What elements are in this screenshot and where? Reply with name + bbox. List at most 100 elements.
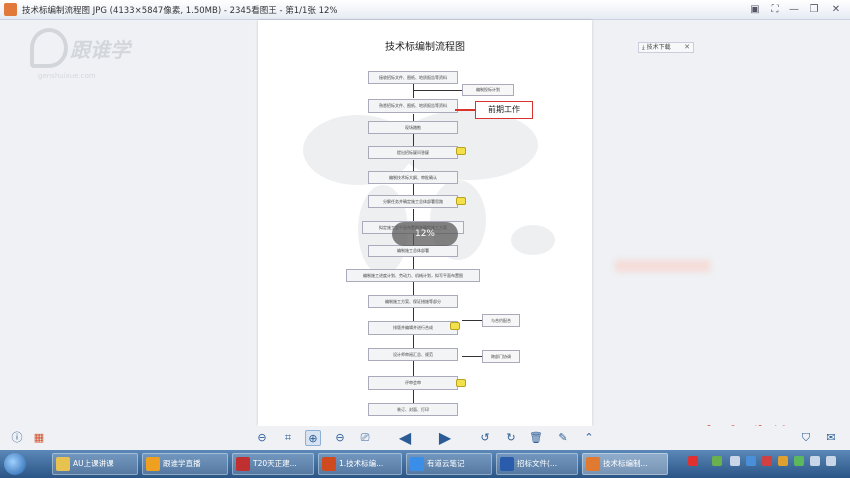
flow-step: 编制施工进度计划、劳动力、机械计划，拟写平面布置图 [346,269,480,282]
document-page: 技术标编制流程图 接收招标文件、图纸、地质报告等资料 熟悉招标文件、图纸、地质报… [258,20,592,426]
taskbar-item-label: T20天正建... [253,459,297,468]
cad-icon [236,457,250,471]
taskbar-item-label: 招标文件(... [517,459,558,468]
taskbar-item-label: 技术标编制... [603,459,648,468]
battery-icon[interactable] [712,456,722,466]
shield-icon[interactable]: ⛉ [798,430,814,446]
slideshow-icon[interactable]: ⎚ [357,430,373,446]
connector [413,160,414,171]
window-title: 技术标编制流程图 JPG (4133×5847像素, 1.50MB) - 234… [22,6,338,16]
rotate-right-icon[interactable]: ↻ [503,430,519,446]
taskbar-item[interactable]: 有道云笔记 [406,453,492,475]
close-button[interactable]: ✕ [828,2,844,17]
chat-icon[interactable]: ✉ [823,430,839,446]
comment-note-icon[interactable] [456,379,466,387]
title-bar: 技术标编制流程图 JPG (4133×5847像素, 1.50MB) - 234… [0,0,850,20]
taskbar: AU上课讲课 跟谁学直播 T20天正建... 1.技术标编... 有道云笔记 招… [0,450,850,478]
logo-mark [30,28,68,68]
comment-note-icon[interactable] [456,147,466,155]
fit-window-icon[interactable]: ⌗ [280,430,296,446]
gift-icon[interactable]: ▦ [31,430,47,446]
logo-subtext: genshuixue.com [38,72,96,80]
taskbar-item[interactable]: T20天正建... [232,453,314,475]
download-close-icon[interactable]: ✕ [684,43,690,52]
folder-icon [56,457,70,471]
network-icon[interactable] [730,456,740,466]
skin-icon[interactable]: ▣ [747,2,763,17]
flow-step: 提出招标疑问答疑 [368,146,458,159]
connector [413,390,414,403]
flow-step: 熟悉招标文件、图纸、地质报告等资料 [368,99,458,113]
info-icon[interactable]: ⓘ [9,430,25,446]
fullscreen-icon[interactable]: ⛶ [767,2,783,17]
annotation-callout: 前期工作 [475,101,533,119]
zoom-out-icon[interactable]: ⊖ [332,430,348,446]
actual-size-icon[interactable]: ⊖ [254,430,270,446]
taskbar-item[interactable]: 招标文件(... [496,453,578,475]
edit-icon[interactable]: ✎ [555,430,571,446]
viewer-toolbar: ⓘ ▦ ⊖ ⌗ ⊕ ⊖ ⎚ ◀ ▶ ↺ ↻ 🗑 ✎ ⌃ ⛉ ✉ [0,426,850,450]
next-arrow-icon[interactable]: ▶ [434,430,456,446]
previous-arrow-icon[interactable]: ◀ [394,430,416,446]
minimize-button[interactable]: — [786,2,802,17]
flow-step: 编制技术标大纲、审批确认 [368,171,458,184]
flow-step: 编制施工总体部署 [368,245,458,257]
blurred-text [615,260,710,272]
tray-app-icon[interactable] [762,456,772,466]
taskbar-item-label: 有道云笔记 [427,459,465,468]
volume-icon[interactable] [810,456,820,466]
side-step: 与合约配合 [482,314,520,327]
world-map-background [303,110,555,275]
connector [462,320,482,321]
image-viewer-icon [586,457,600,471]
flow-step: 现场踏勘 [368,121,458,134]
connector [413,361,414,376]
connector [413,335,414,348]
powerpoint-icon [322,457,336,471]
maximize-button[interactable]: ❐ [806,2,822,17]
callout-connector [455,109,476,111]
tray-app-icon[interactable] [746,456,756,466]
taskbar-item[interactable]: 跟谁学直播 [142,453,228,475]
comment-note-icon[interactable] [456,197,466,205]
flag-icon[interactable] [826,456,836,466]
flowchart-title: 技术标编制流程图 [385,42,465,53]
connector [413,209,414,221]
logo-text: 跟谁学 [70,38,130,62]
taskbar-item-label: 1.技术标编... [339,459,384,468]
logo: 跟谁学 genshuixue.com [30,28,140,92]
tray-app-icon[interactable] [794,456,804,466]
flow-step: 评审会审 [368,376,458,390]
more-icon[interactable]: ⌃ [581,430,597,446]
sogou-input-icon[interactable] [688,456,698,466]
word-icon [500,457,514,471]
flow-step: 设计师审阅汇总、规范 [368,348,458,361]
side-step: 跨部门协调 [482,350,520,363]
image-viewer[interactable]: 跟谁学 genshuixue.com ⤓ 技术下载 ✕ 技术标编制流程图 接收招… [0,20,850,452]
flow-step: 接收招标文件、图纸、地质报告等资料 [368,71,458,84]
tray-app-icon[interactable] [778,456,788,466]
download-button[interactable]: ⤓ 技术下载 ✕ [638,42,694,53]
app-icon [4,3,17,16]
flow-step: 分解任务并确定施工总体部署思路 [368,195,458,208]
start-button[interactable] [4,453,26,475]
delete-icon[interactable]: 🗑 [528,430,544,446]
zoom-level-badge: 12% [392,222,458,246]
download-label: 技术下载 [646,44,671,51]
flow-step: 编制施工方案、保证措施等部分 [368,295,458,308]
taskbar-item-active[interactable]: 技术标编制... [582,453,668,475]
connector [413,282,414,295]
taskbar-item[interactable]: 1.技术标编... [318,453,402,475]
taskbar-item[interactable]: AU上课讲课 [52,453,138,475]
rotate-left-icon[interactable]: ↺ [477,430,493,446]
flow-step: 排版并编辑并进行合成 [368,321,458,335]
download-icon: ⤓ [642,44,645,51]
connector [413,134,414,146]
zoom-in-icon[interactable]: ⊕ [305,430,321,446]
connector [413,257,414,269]
flow-step: 装订、封面、打印 [368,403,458,416]
comment-note-icon[interactable] [450,322,460,330]
connector [462,356,482,357]
youdao-note-icon [410,457,424,471]
genshuixue-icon [146,457,160,471]
